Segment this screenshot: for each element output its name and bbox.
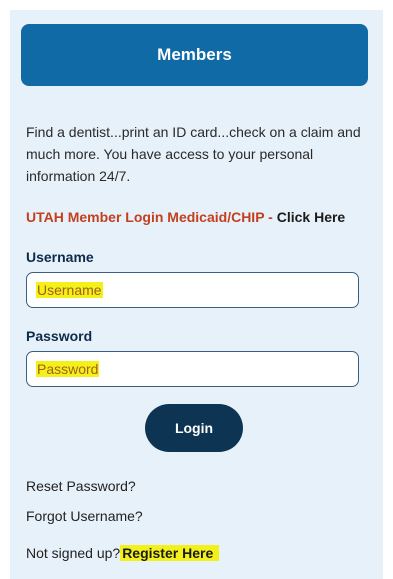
password-placeholder: Password [36,361,100,377]
login-button-label: Login [174,420,214,436]
members-panel: Members Find a dentist...print an ID car… [10,10,383,579]
reset-password-link[interactable]: Reset Password? [26,478,136,494]
password-label: Password [26,328,93,344]
password-input[interactable]: Password [26,351,359,387]
forgot-username-link[interactable]: Forgot Username? [26,508,143,524]
utah-click-here-link[interactable]: Click Here [277,209,345,225]
utah-login-label: UTAH Member Login Medicaid/CHIP [26,209,265,225]
login-button[interactable]: Login [145,404,243,452]
members-button[interactable]: Members [21,24,368,86]
username-label: Username [26,249,94,265]
signup-prompt: Not signed up? [26,545,121,561]
intro-text: Find a dentist...print an ID card...chec… [26,124,361,184]
username-input[interactable]: Username [26,272,359,308]
signup-line: Not signed up? Register Here [26,545,220,561]
username-placeholder: Username [36,282,103,298]
utah-login-line: UTAH Member Login Medicaid/CHIP - Click … [26,209,345,225]
members-button-label: Members [157,45,232,64]
register-here-link[interactable]: Register Here [120,545,220,561]
utah-login-separator: - [264,209,277,225]
